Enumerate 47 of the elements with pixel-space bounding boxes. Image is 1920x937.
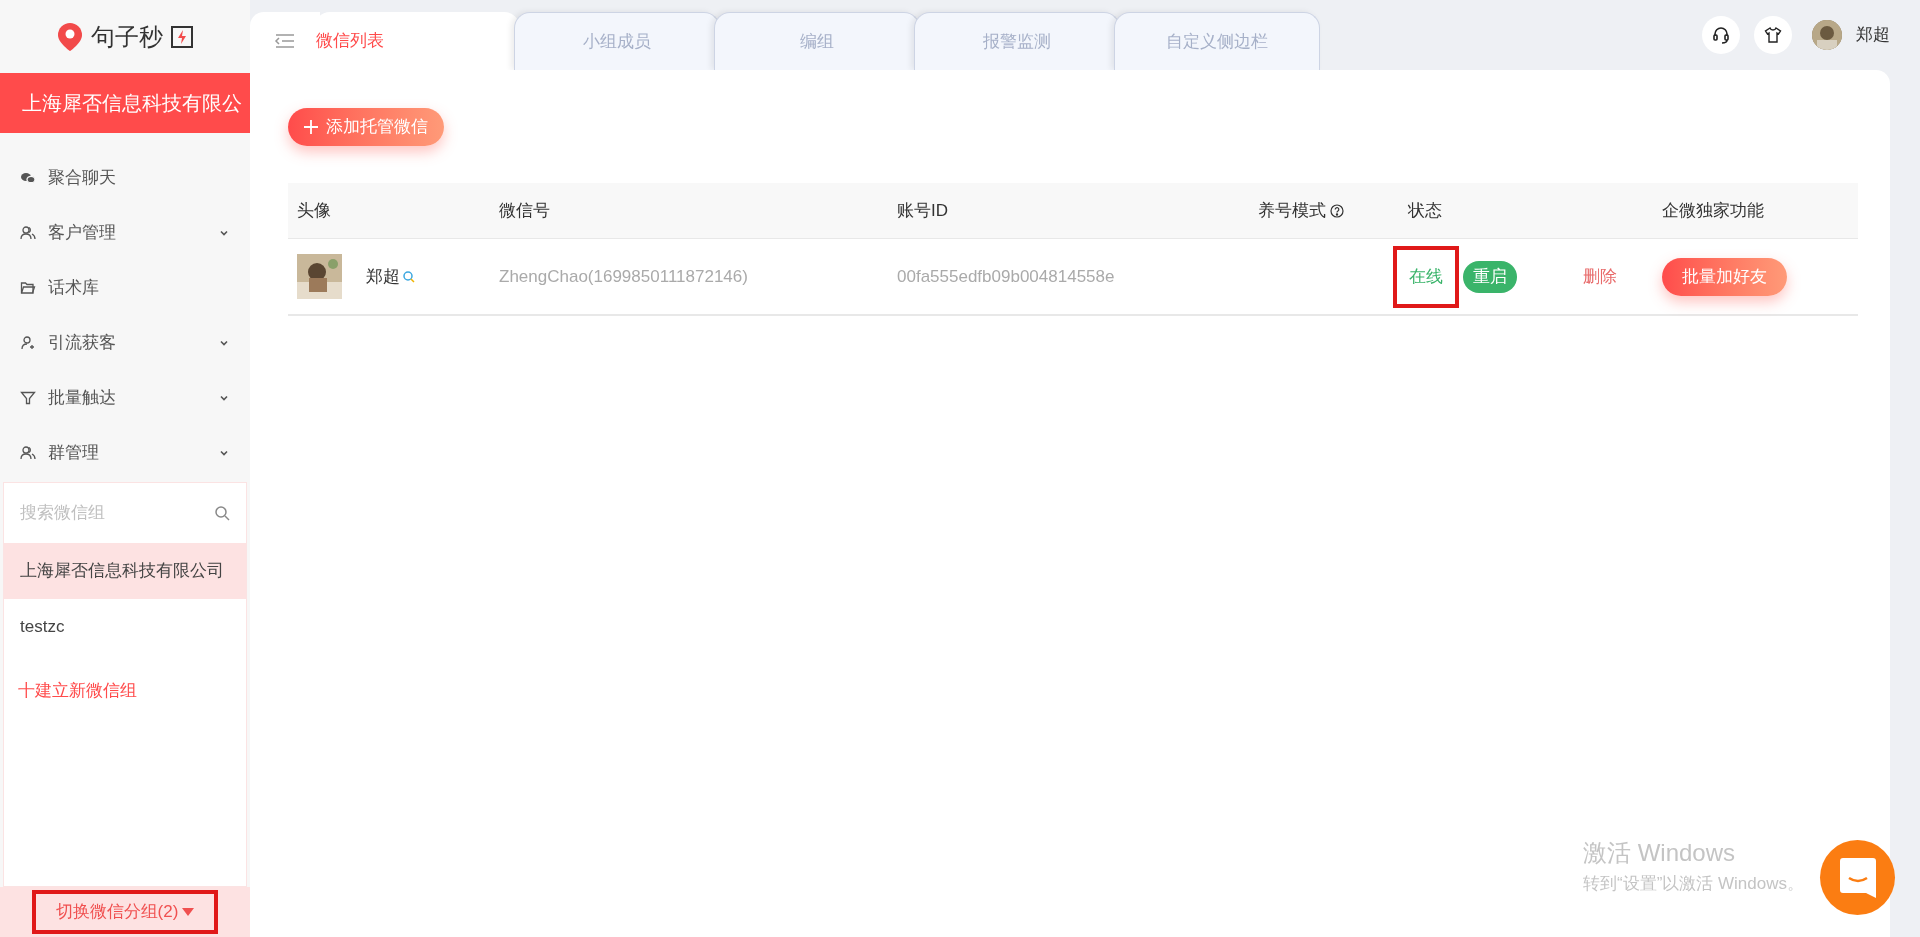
column-header: 微信号 [499,199,550,222]
account-name: 郑超 [366,263,416,290]
menu-item[interactable]: 群管理 [0,425,250,480]
avatar[interactable] [1812,20,1842,50]
group-item[interactable]: 上海犀否信息科技有限公司 [4,543,246,599]
logo-text: 句子秒 [91,21,163,52]
company-banner: 上海犀否信息科技有限公 [0,73,250,133]
user-name: 郑超 [1856,24,1890,47]
menu-item[interactable]: 话术库 [0,260,250,315]
wechat-id: ZhengChao(1699850111872146) [499,265,749,288]
plus-icon [304,120,318,134]
new-group-link[interactable]: 十建立新微信组 [4,655,246,727]
caret-icon [182,907,195,917]
group-item[interactable]: testzc [4,599,246,655]
column-header: 养号模式 [1258,197,1344,224]
funnel-icon [20,389,36,406]
users-icon [20,224,36,241]
column-header: 头像 [297,199,331,222]
column-header: 状态 [1408,199,1442,222]
activation-subtitle: 转到“设置”以激活 Windows。 [1583,873,1804,895]
column-header: 企微独家功能 [1662,199,1764,222]
add-wechat-button[interactable]: 添加托管微信 [288,108,444,146]
lightning-icon [171,25,193,48]
chat-smile-icon [1839,857,1876,898]
account-id: 00fa555edfb09b004814558e [897,265,1116,288]
delete-link[interactable]: 删除 [1583,263,1617,290]
status-label: 在线 [1393,245,1459,308]
batch-add-friends-button[interactable]: 批量加好友 [1662,257,1787,296]
menu-item[interactable]: 聚合聊天 [0,150,250,205]
restart-button[interactable]: 重启 [1463,260,1517,293]
menu-item[interactable]: 客户管理 [0,205,250,260]
tab[interactable]: 自定义侧边栏 [1114,12,1320,70]
users-icon [20,444,36,461]
column-header: 账号ID [897,199,948,222]
headset-icon[interactable] [1702,16,1740,54]
switch-group-dropdown[interactable]: 切换微信分组(2) [31,890,219,934]
help-icon [1330,203,1344,218]
menu-item[interactable]: 批量触达 [0,370,250,425]
search-icon [214,505,230,521]
shirt-icon[interactable] [1754,16,1792,54]
menu-item[interactable]: 引流获客 [0,315,250,370]
user-add-icon [20,334,36,351]
logo-pin-icon [57,21,83,52]
search-field[interactable]: 搜索微信组 [20,500,214,526]
activation-title: 激活 Windows [1583,838,1737,868]
search-icon [402,269,416,284]
folder-icon [20,279,36,296]
